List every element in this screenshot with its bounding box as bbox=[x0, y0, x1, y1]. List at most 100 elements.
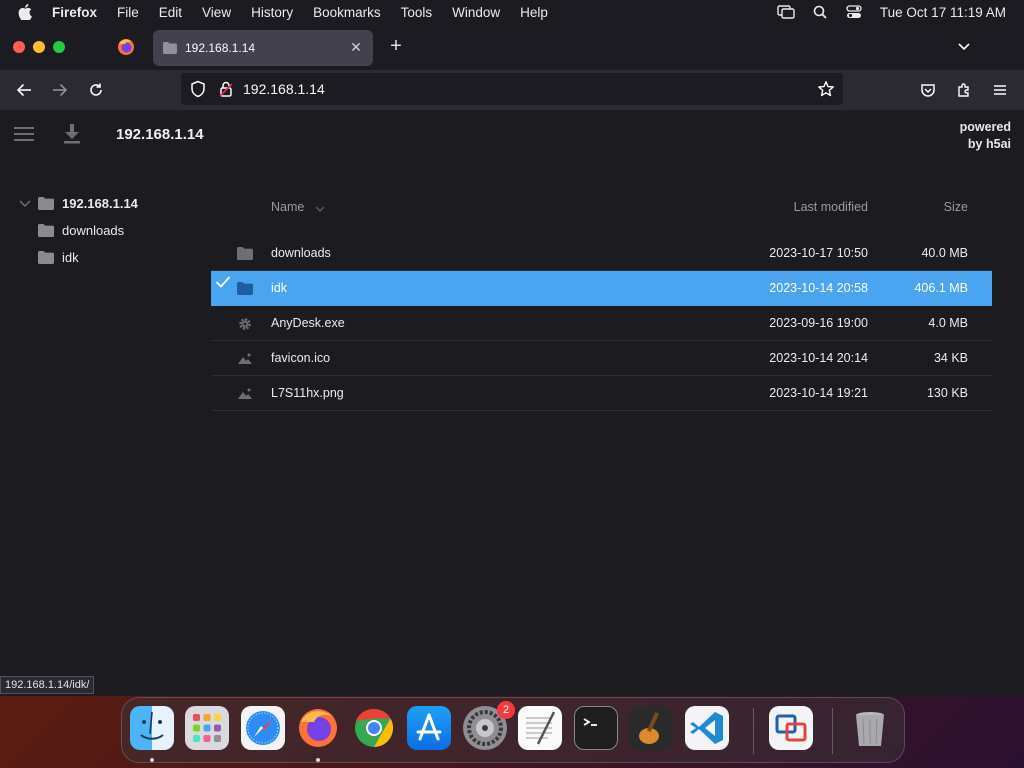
file-size: 4.0 MB bbox=[928, 316, 968, 330]
launchpad-icon[interactable] bbox=[185, 706, 229, 750]
tab-active[interactable]: 192.168.1.14 ✕ bbox=[153, 30, 373, 66]
running-indicator bbox=[150, 758, 154, 762]
tab-bar: 192.168.1.14 ✕ + bbox=[0, 24, 1024, 70]
close-window-button[interactable] bbox=[13, 41, 25, 53]
menu-window[interactable]: Window bbox=[452, 5, 500, 20]
folder-icon bbox=[237, 282, 253, 296]
image-icon bbox=[237, 387, 253, 401]
tree-item-root[interactable]: 192.168.1.14 bbox=[18, 190, 138, 217]
garageband-icon[interactable] bbox=[629, 706, 673, 750]
menu-view[interactable]: View bbox=[202, 5, 231, 20]
firefox-dock-icon[interactable] bbox=[296, 706, 340, 750]
pocket-icon[interactable] bbox=[918, 80, 938, 100]
image-icon bbox=[237, 352, 253, 366]
vscode-icon[interactable] bbox=[685, 706, 729, 750]
finder-icon[interactable] bbox=[130, 706, 174, 750]
file-rows: downloads 2023-10-17 10:50 40.0 MB idk 2… bbox=[211, 236, 992, 411]
file-size: 406.1 MB bbox=[914, 281, 968, 295]
url-text[interactable]: 192.168.1.14 bbox=[243, 81, 325, 97]
menu-app-firefox[interactable]: Firefox bbox=[52, 5, 97, 20]
file-size: 130 KB bbox=[926, 386, 968, 400]
trash-icon[interactable] bbox=[848, 706, 892, 750]
tree-item-label: downloads bbox=[62, 223, 125, 238]
page-content: 192.168.1.14 powered by h5ai 192.168.1.1… bbox=[0, 110, 1024, 696]
column-header-size[interactable]: Size bbox=[944, 200, 968, 214]
app-store-icon[interactable] bbox=[407, 706, 451, 750]
tree-item-label: idk bbox=[62, 250, 79, 265]
folder-icon bbox=[38, 197, 54, 210]
safari-icon[interactable] bbox=[241, 706, 285, 750]
reload-icon[interactable] bbox=[86, 80, 106, 100]
status-link-preview: 192.168.1.14/idk/ bbox=[0, 676, 95, 694]
menu-file[interactable]: File bbox=[117, 5, 139, 20]
menubar-clock[interactable]: Tue Oct 17 11:19 AM bbox=[880, 5, 1006, 20]
checkmark-icon[interactable] bbox=[215, 275, 231, 289]
gear-icon bbox=[237, 317, 253, 331]
folder-icon bbox=[38, 251, 54, 264]
folder-icon bbox=[38, 224, 54, 237]
chevron-down-icon[interactable] bbox=[18, 197, 32, 211]
remote-desktop-icon[interactable] bbox=[769, 706, 813, 750]
file-modified: 2023-09-16 19:00 bbox=[769, 316, 868, 330]
firefox-window: 192.168.1.14 ✕ + 192.168.1.14 192.168.1.… bbox=[0, 24, 1024, 696]
column-header-modified[interactable]: Last modified bbox=[794, 200, 868, 214]
tree-item-idk[interactable]: idk bbox=[18, 244, 138, 271]
chevron-down-icon[interactable] bbox=[956, 38, 972, 54]
menu-help[interactable]: Help bbox=[520, 5, 548, 20]
file-row-anydesk[interactable]: AnyDesk.exe 2023-09-16 19:00 4.0 MB bbox=[211, 306, 992, 341]
firefox-view-icon[interactable] bbox=[116, 37, 136, 57]
new-tab-button[interactable]: + bbox=[386, 36, 406, 56]
textedit-icon[interactable] bbox=[518, 706, 562, 750]
sidebar-toggle-icon[interactable] bbox=[14, 127, 34, 141]
tree-item-label: 192.168.1.14 bbox=[62, 196, 138, 211]
file-listing: Name Last modified Size downloads 2023-1… bbox=[211, 190, 992, 411]
menu-history[interactable]: History bbox=[251, 5, 293, 20]
folder-tree: 192.168.1.14 downloads idk bbox=[18, 190, 138, 271]
bookmark-star-icon[interactable] bbox=[817, 80, 835, 98]
sort-arrow-icon[interactable] bbox=[315, 202, 325, 212]
file-row-favicon[interactable]: favicon.ico 2023-10-14 20:14 34 KB bbox=[211, 341, 992, 376]
download-icon[interactable] bbox=[63, 124, 81, 144]
file-name: L7S11hx.png bbox=[271, 386, 344, 400]
close-tab-icon[interactable]: ✕ bbox=[349, 40, 363, 54]
tab-title: 192.168.1.14 bbox=[185, 41, 256, 55]
forward-arrow-icon[interactable] bbox=[50, 80, 70, 100]
back-arrow-icon[interactable] bbox=[14, 80, 34, 100]
column-header-name[interactable]: Name bbox=[271, 200, 304, 214]
insecure-lock-icon[interactable] bbox=[219, 81, 233, 97]
file-size: 40.0 MB bbox=[921, 246, 968, 260]
file-name: downloads bbox=[271, 246, 331, 260]
menu-bar: Firefox File Edit View History Bookmarks… bbox=[0, 0, 1024, 24]
minimize-window-button[interactable] bbox=[33, 41, 45, 53]
spotlight-search-icon[interactable] bbox=[810, 4, 830, 20]
tracking-protection-shield-icon[interactable] bbox=[189, 80, 207, 98]
powered-by-h5ai[interactable]: powered by h5ai bbox=[960, 119, 1011, 153]
terminal-icon[interactable] bbox=[574, 706, 618, 750]
file-name: idk bbox=[271, 281, 287, 295]
dock-separator bbox=[753, 708, 754, 754]
file-modified: 2023-10-17 10:50 bbox=[769, 246, 868, 260]
apple-icon[interactable] bbox=[18, 4, 38, 20]
file-row-downloads[interactable]: downloads 2023-10-17 10:50 40.0 MB bbox=[211, 236, 992, 271]
file-name: favicon.ico bbox=[271, 351, 331, 365]
extensions-puzzle-icon[interactable] bbox=[954, 80, 974, 100]
breadcrumb[interactable]: 192.168.1.14 bbox=[116, 126, 204, 143]
hamburger-menu-icon[interactable] bbox=[990, 80, 1010, 100]
control-center-icon[interactable] bbox=[844, 4, 864, 20]
fullscreen-window-button[interactable] bbox=[53, 41, 65, 53]
powered-line: powered bbox=[959, 120, 1011, 134]
by-h5ai-line: by h5ai bbox=[967, 137, 1011, 151]
folder-icon bbox=[237, 247, 253, 261]
chrome-icon[interactable] bbox=[352, 706, 396, 750]
tree-item-downloads[interactable]: downloads bbox=[18, 217, 138, 244]
h5ai-topbar: 192.168.1.14 powered by h5ai bbox=[0, 110, 1024, 158]
file-row-png[interactable]: L7S11hx.png 2023-10-14 19:21 130 KB bbox=[211, 376, 992, 411]
url-bar[interactable]: 192.168.1.14 bbox=[181, 73, 843, 105]
file-row-idk[interactable]: idk 2023-10-14 20:58 406.1 MB bbox=[211, 271, 992, 306]
menu-edit[interactable]: Edit bbox=[159, 5, 182, 20]
screen-mirroring-icon[interactable] bbox=[776, 4, 796, 20]
navigation-toolbar: 192.168.1.14 bbox=[0, 70, 1024, 110]
file-size: 34 KB bbox=[933, 351, 968, 365]
menu-tools[interactable]: Tools bbox=[401, 5, 433, 20]
menu-bookmarks[interactable]: Bookmarks bbox=[313, 5, 381, 20]
